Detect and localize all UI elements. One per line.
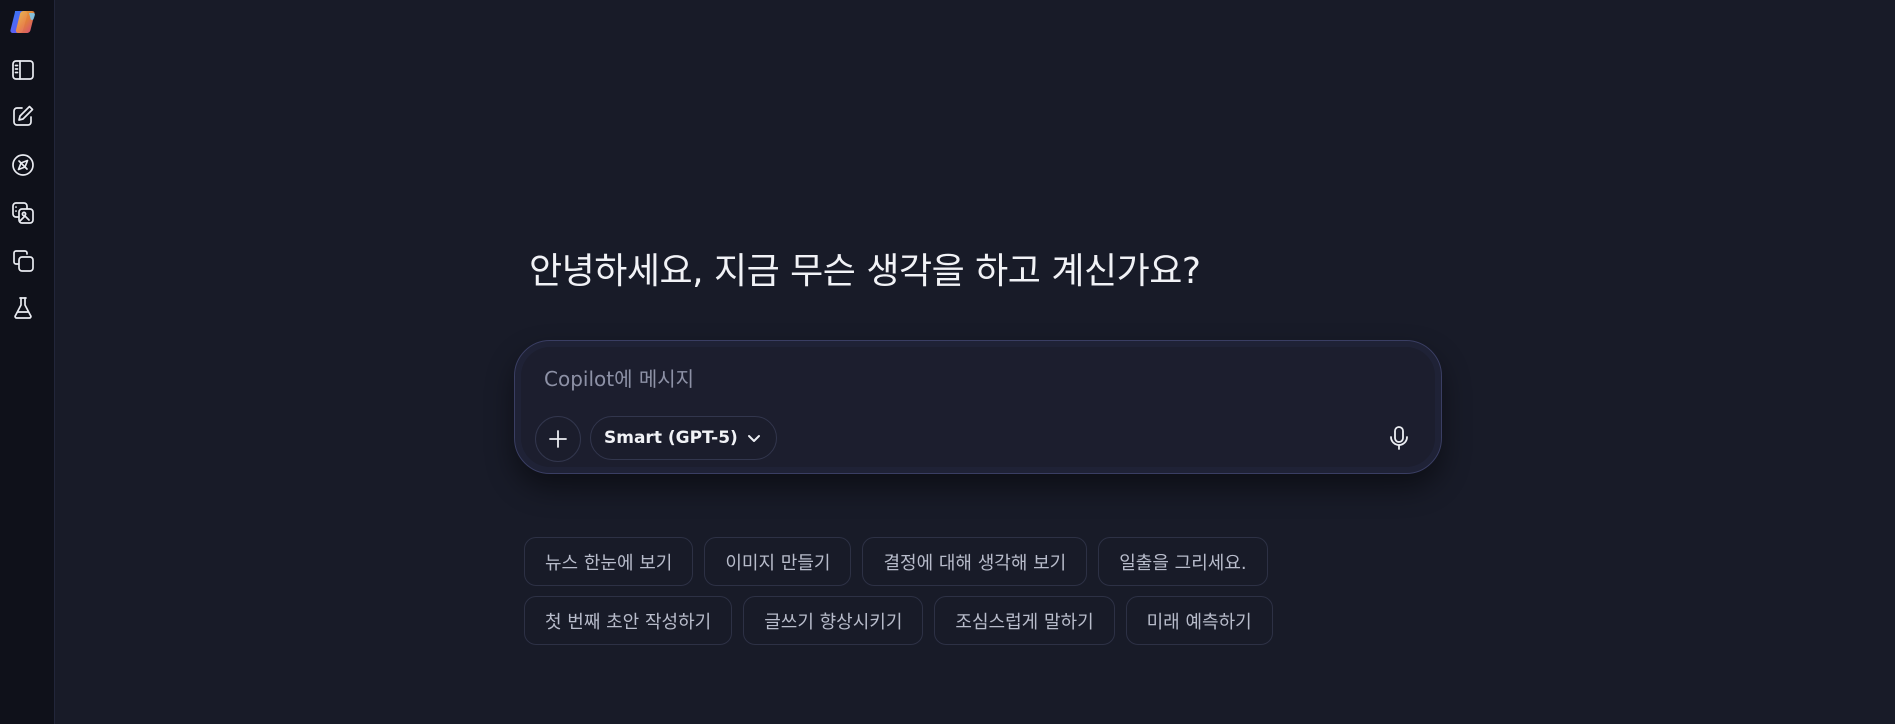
labs-icon[interactable] (6, 291, 40, 325)
microphone-icon (1390, 426, 1408, 450)
sidebar-toggle-icon[interactable] (6, 53, 40, 87)
microphone-button[interactable] (1379, 418, 1419, 458)
suggestion-chip[interactable]: 조심스럽게 말하기 (934, 596, 1115, 645)
suggestion-chip[interactable]: 일출을 그리세요. (1098, 537, 1268, 586)
copilot-app: 안녕하세요, 지금 무슨 생각을 하고 계신가요? Smart (GPT-5) … (0, 0, 1895, 724)
suggestion-chip[interactable]: 첫 번째 초안 작성하기 (524, 596, 733, 645)
model-selector-button[interactable]: Smart (GPT-5) (590, 416, 777, 460)
plus-icon (549, 430, 567, 448)
sidebar-rail (0, 0, 55, 724)
message-composer: Smart (GPT-5) (514, 340, 1442, 474)
model-selector-label: Smart (GPT-5) (604, 428, 738, 448)
suggestion-chip[interactable]: 미래 예측하기 (1125, 596, 1273, 645)
suggestion-chip[interactable]: 결정에 대해 생각해 보기 (862, 537, 1088, 586)
suggestion-row: 뉴스 한눈에 보기 이미지 만들기 결정에 대해 생각해 보기 일출을 그리세요… (524, 537, 1268, 586)
chevron-down-icon (747, 435, 760, 442)
add-attachment-button[interactable] (535, 416, 581, 462)
discover-icon[interactable] (6, 148, 40, 182)
suggestion-chip[interactable]: 이미지 만들기 (704, 537, 852, 586)
suggestion-chip[interactable]: 뉴스 한눈에 보기 (524, 537, 694, 586)
message-input[interactable] (542, 363, 1406, 395)
suggestion-row: 첫 번째 초안 작성하기 글쓰기 향상시키기 조심스럽게 말하기 미래 예측하기 (524, 596, 1273, 645)
pages-icon[interactable] (6, 244, 40, 278)
image-gallery-icon[interactable] (6, 196, 40, 230)
copilot-logo-icon[interactable] (9, 8, 39, 36)
new-chat-icon[interactable] (6, 99, 40, 133)
page-title: 안녕하세요, 지금 무슨 생각을 하고 계신가요? (529, 251, 1201, 292)
suggestion-chip[interactable]: 글쓰기 향상시키기 (743, 596, 924, 645)
